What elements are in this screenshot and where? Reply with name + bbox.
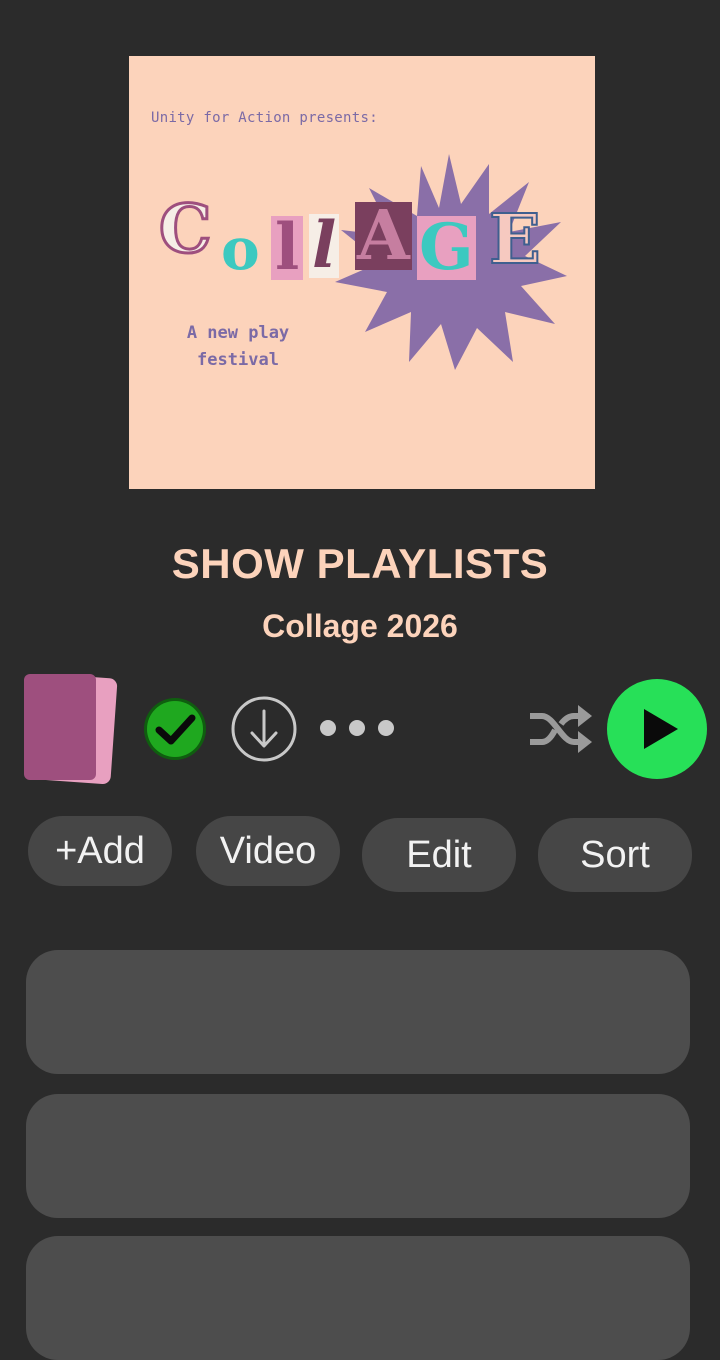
cover-art: Unity for Action presents: C o l l A G E… (129, 56, 595, 489)
more-dots-icon[interactable] (318, 716, 398, 740)
sort-button[interactable]: Sort (538, 818, 692, 892)
add-button[interactable]: +Add (28, 816, 172, 886)
page-title: SHOW PLAYLISTS (171, 540, 549, 587)
playlist-subtitle: Collage 2026 (262, 608, 458, 644)
cover-tagline-line2: festival (197, 350, 279, 370)
cover-tagline-line1: A new play (186, 323, 290, 343)
edit-button[interactable]: Edit (362, 818, 516, 892)
download-icon[interactable] (230, 695, 298, 763)
list-item[interactable] (26, 1094, 690, 1218)
cover-presents-text: Unity for Action presents: (151, 110, 378, 126)
list-item[interactable] (26, 1236, 690, 1360)
check-circle-icon[interactable] (142, 696, 208, 762)
video-button[interactable]: Video (196, 816, 340, 886)
thumbnail-front-card (24, 674, 96, 780)
playlist-thumbnail-stack[interactable] (24, 672, 118, 788)
cover-logo-word: C o l l A G E (158, 190, 542, 285)
shuffle-icon[interactable] (528, 702, 594, 756)
list-item[interactable] (26, 950, 690, 1074)
play-button[interactable] (606, 678, 708, 780)
cover-tagline: A new play festival (163, 320, 313, 374)
